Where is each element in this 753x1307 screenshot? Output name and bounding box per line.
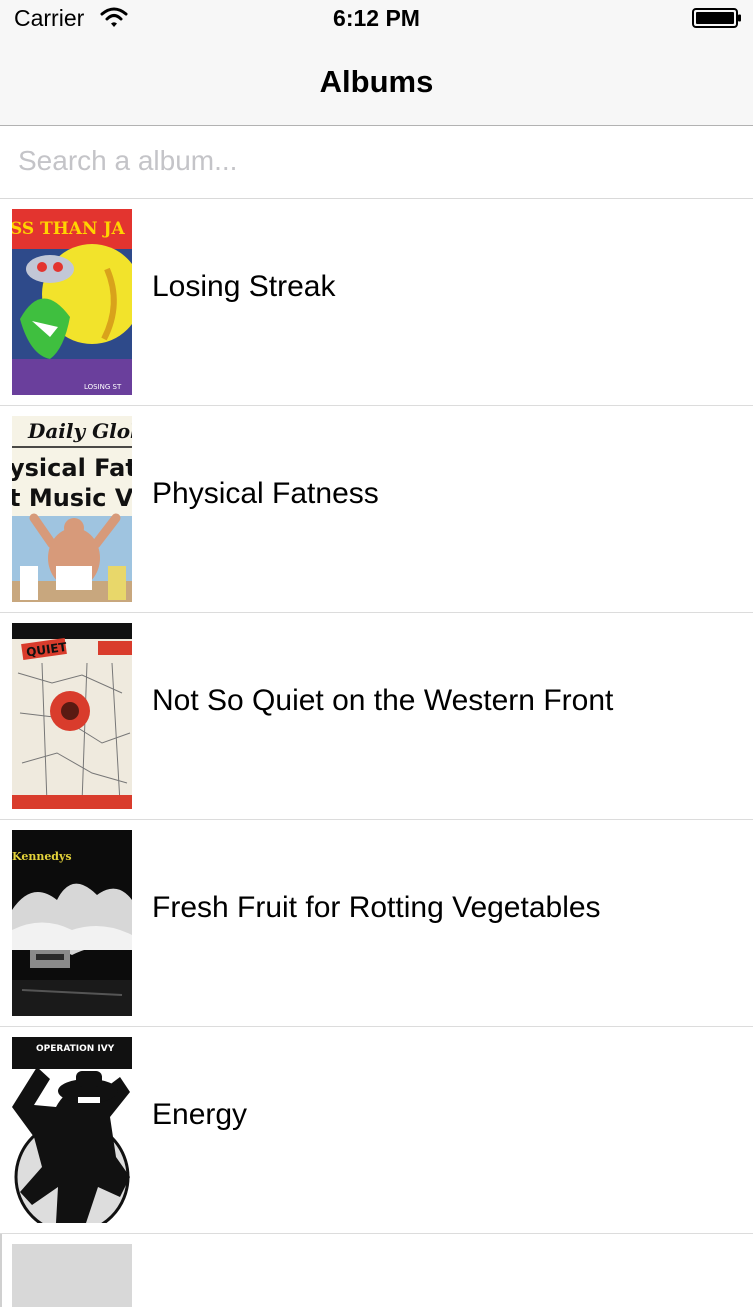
album-title: Losing Streak xyxy=(152,270,336,303)
svg-text:t Music Vol.: t Music Vol. xyxy=(12,484,132,512)
search-input[interactable] xyxy=(18,136,738,186)
album-row[interactable]: OPERATION IVY Energy xyxy=(0,1027,753,1234)
album-title: Physical Fatness xyxy=(152,477,379,510)
album-row[interactable] xyxy=(0,1234,753,1307)
clock-time: 6:12 PM xyxy=(333,5,420,31)
album-cover-image: SS THAN JA LOSING ST xyxy=(12,209,132,395)
album-cover-text: Daily Glob xyxy=(27,419,132,443)
album-title: Fresh Fruit for Rotting Vegetables xyxy=(152,891,601,924)
status-bar: Carrier 6:12 PM xyxy=(0,0,753,40)
album-row[interactable]: Kennedys Fresh Fruit for Rotting Vegetab… xyxy=(0,820,753,1027)
album-row[interactable]: QUIET Not So Quiet on the Western Front xyxy=(0,613,753,820)
battery-full-icon xyxy=(692,8,741,28)
navigation-bar: Albums xyxy=(0,40,753,125)
album-cover-placeholder xyxy=(12,1244,132,1307)
album-row[interactable]: SS THAN JA LOSING ST Losing Streak xyxy=(0,199,753,406)
album-row[interactable]: Daily Glob ysical Fatne t Music Vol. Phy… xyxy=(0,406,753,613)
search-bar xyxy=(0,126,753,199)
album-cover-image: QUIET xyxy=(12,623,132,809)
svg-text:ysical Fatne: ysical Fatne xyxy=(12,454,132,482)
svg-text:LOSING ST: LOSING ST xyxy=(84,383,122,391)
album-cover-image: OPERATION IVY xyxy=(12,1037,132,1223)
album-cover-text: OPERATION IVY xyxy=(36,1044,115,1054)
album-title: Energy xyxy=(152,1098,248,1131)
album-cover-text: SS THAN JA xyxy=(12,219,126,239)
album-cover-image: Daily Glob ysical Fatne t Music Vol. xyxy=(12,416,132,602)
album-cover-text: Kennedys xyxy=(12,850,72,863)
top-chrome: Carrier 6:12 PM Albums xyxy=(0,0,753,126)
album-cover-image: Kennedys xyxy=(12,830,132,1016)
album-list: SS THAN JA LOSING ST Losing Streak Daily… xyxy=(0,199,753,1307)
album-title: Not So Quiet on the Western Front xyxy=(152,684,614,717)
screen: Carrier 6:12 PM Albums SS TH xyxy=(0,0,753,1307)
page-title: Albums xyxy=(319,64,434,99)
